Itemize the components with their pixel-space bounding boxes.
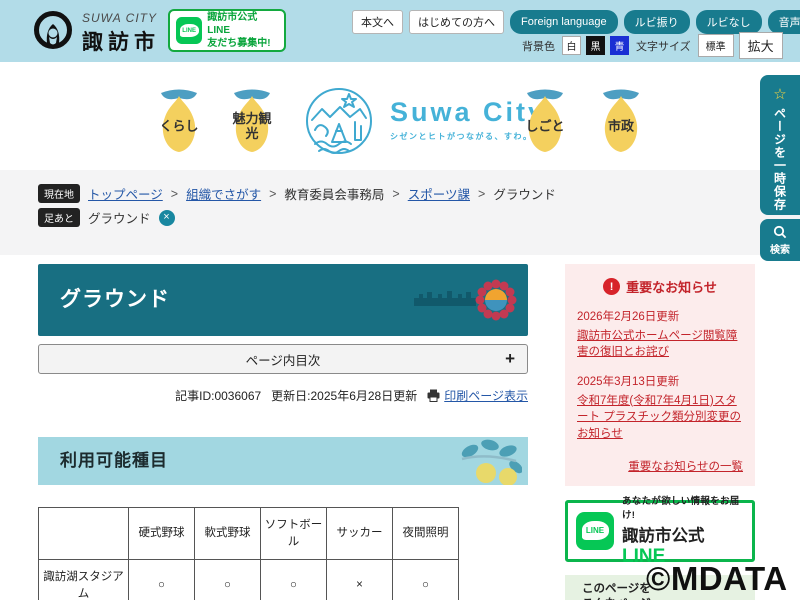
current-location-badge: 現在地 [38, 184, 80, 203]
page-toc-accordion[interactable]: ページ内目次 + [38, 344, 528, 374]
site-title[interactable]: SUWA CITY 諏訪市 [82, 11, 160, 56]
col-softball-baseball: 軟式野球 [195, 508, 261, 560]
notice-link[interactable]: 令和7年度(令和7年4月1日)スタート プラスチック類分別変更のお知らせ [577, 393, 743, 443]
printer-icon [427, 389, 440, 402]
display-options-row: 背景色 白 黒 青 文字サイズ 標準 拡大 [520, 32, 783, 59]
site-title-ja: 諏訪市 [82, 26, 160, 56]
city-emblem-icon[interactable] [33, 10, 73, 55]
article-meta: 記事ID:0036067 更新日:2025年6月28日更新 印刷ページ表示 [38, 387, 528, 404]
close-icon[interactable]: × [159, 210, 175, 226]
nav-item-shisei[interactable]: 市政 [592, 86, 650, 160]
breadcrumb-item-kyoiku: 教育委員会事務局 [284, 184, 384, 203]
table-row: 諏訪湖スタジアム ○ ○ ○ × ○ [39, 560, 459, 600]
star-icon: ☆ [773, 85, 786, 103]
ruby-off-button[interactable]: ルビなし [696, 10, 762, 34]
search-icon [773, 225, 787, 239]
footprint-row: 足あと グラウンド × [38, 208, 175, 227]
breadcrumb-link-org[interactable]: 組織でさがす [186, 184, 261, 203]
quick-access-row: 本文へ はじめての方へ Foreign language ルビ振り ルビなし 音… [352, 10, 800, 34]
important-notice-box: ! 重要なお知らせ 2026年2月26日更新 諏訪市公式ホームページ閲覧障害の復… [565, 264, 755, 486]
notice-date: 2025年3月13日更新 [577, 374, 743, 391]
font-size-label: 文字サイズ [636, 38, 691, 54]
text-to-speech-button[interactable]: 音声読み上げ [768, 10, 800, 34]
bg-white-button[interactable]: 白 [562, 36, 581, 55]
notice-item: 2025年3月13日更新 令和7年度(令和7年4月1日)スタート プラスチック類… [577, 374, 743, 443]
font-standard-button[interactable]: 標準 [698, 34, 734, 57]
sunset-flower-icon [414, 276, 518, 329]
notice-list-link[interactable]: 重要なお知らせの一覧 [628, 461, 743, 473]
official-line-banner[interactable]: LINE あなたが欲しい情報をお届け! 諏訪市公式LINE [565, 500, 755, 562]
section-title: 利用可能種目 [38, 437, 528, 485]
foreign-language-button[interactable]: Foreign language [510, 10, 618, 34]
nav-item-kurashi[interactable]: くらし [150, 86, 208, 160]
main-navigation: くらし 魅力観光 Suwa City シゼンとヒト [0, 62, 800, 170]
breadcrumb-link-top[interactable]: トップページ [88, 184, 163, 203]
notice-link[interactable]: 諏訪市公式ホームページ閲覧障害の復旧とお詫び [577, 328, 743, 361]
suwa-city-webpage: SUWA CITY 諏訪市 LINE 諏訪市公式LINE 友だち募集中! 本文へ… [0, 0, 800, 600]
site-title-en: SUWA CITY [82, 11, 160, 25]
section-header: 利用可能種目 [38, 437, 528, 485]
save-page-button[interactable]: ☆ ページを一時保存 [760, 75, 800, 215]
to-content-button[interactable]: 本文へ [352, 10, 403, 34]
font-enlarge-button[interactable]: 拡大 [739, 32, 783, 59]
footprint-badge: 足あと [38, 208, 80, 227]
leaves-fruit-icon [456, 439, 522, 485]
table-header-row: 硬式野球 軟式野球 ソフトボール サッカー 夜間照明 [39, 508, 459, 560]
breadcrumb-link-sports[interactable]: スポーツ課 [408, 184, 470, 203]
article-id: 記事ID:0036067 [175, 387, 261, 404]
col-hardball: 硬式野球 [129, 508, 195, 560]
print-page-link[interactable]: 印刷ページ表示 [427, 387, 528, 404]
updated-date: 更新日:2025年6月28日更新 [271, 387, 417, 404]
bg-blue-button[interactable]: 青 [610, 36, 629, 55]
breadcrumb-item-ground: グラウンド [493, 184, 556, 203]
background-color-label: 背景色 [522, 38, 555, 54]
col-soccer: サッカー [327, 508, 393, 560]
line-icon: LINE [576, 512, 614, 550]
nav-item-shigoto[interactable]: しごと [516, 86, 574, 160]
col-night-lighting: 夜間照明 [393, 508, 459, 560]
line-recruit-banner[interactable]: LINE 諏訪市公式LINE 友だち募集中! [168, 9, 286, 52]
bg-black-button[interactable]: 黒 [586, 36, 605, 55]
notice-item: 2026年2月26日更新 諏訪市公式ホームページ閲覧障害の復旧とお詫び [577, 309, 743, 361]
mdata-watermark: ©MDATA [646, 560, 788, 598]
facility-sports-table: 硬式野球 軟式野球 ソフトボール サッカー 夜間照明 諏訪湖スタジアム ○ ○ … [38, 507, 459, 600]
line-banner-text: 諏訪市公式LINE 友だち募集中! [207, 11, 278, 50]
facility-name: 諏訪湖スタジアム [39, 560, 129, 600]
header: SUWA CITY 諏訪市 LINE 諏訪市公式LINE 友だち募集中! 本文へ… [0, 0, 800, 62]
first-time-button[interactable]: はじめての方へ [409, 10, 504, 34]
breadcrumb-zone: 現在地 トップページ > 組織でさがす > 教育委員会事務局 > スポーツ課 >… [0, 170, 800, 255]
notice-title: 重要なお知らせ [626, 277, 717, 296]
expand-icon: + [505, 349, 515, 369]
nav-item-miryoku-kanko[interactable]: 魅力観光 [223, 86, 281, 160]
alert-icon: ! [603, 278, 620, 295]
suwa-city-logo-mark[interactable] [303, 84, 375, 163]
line-catchphrase: あなたが欲しい情報をお届け! [622, 493, 744, 521]
page-title-banner: グラウンド [38, 264, 528, 336]
breadcrumb: 現在地 トップページ > 組織でさがす > 教育委員会事務局 > スポーツ課 >… [38, 184, 556, 203]
ruby-on-button[interactable]: ルビ振り [624, 10, 690, 34]
notice-date: 2026年2月26日更新 [577, 309, 743, 326]
col-softball: ソフトボール [261, 508, 327, 560]
sidebar: ! 重要なお知らせ 2026年2月26日更新 諏訪市公式ホームページ閲覧障害の復… [565, 264, 755, 600]
footprint-item: グラウンド [88, 208, 151, 227]
search-button[interactable]: 検索 [760, 219, 800, 261]
main-content: グラウンド [38, 264, 528, 600]
line-icon: LINE [176, 17, 202, 44]
